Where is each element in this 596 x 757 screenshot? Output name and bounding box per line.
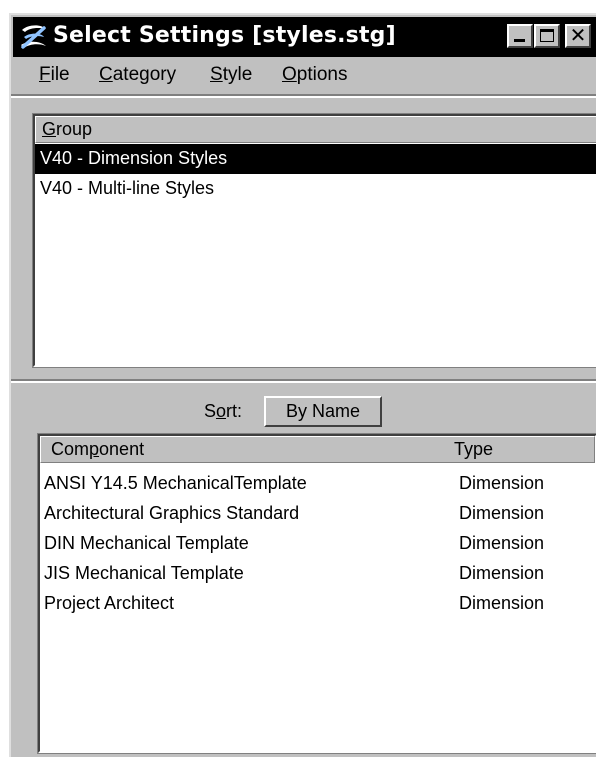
- window-title: Select Settings [styles.stg]: [53, 23, 396, 48]
- microstation-logo-icon: [21, 25, 46, 49]
- component-type: Dimension: [459, 533, 545, 553]
- group-item-dimension-styles[interactable]: V40 - Dimension Styles: [35, 144, 596, 174]
- group-item-multiline-styles[interactable]: V40 - Multi-line Styles: [35, 174, 596, 204]
- sort-by-name-button[interactable]: By Name: [264, 396, 382, 427]
- component-name: Architectural Graphics Standard: [44, 503, 300, 523]
- sort-label: Sort:: [204, 401, 243, 421]
- component-type: Dimension: [459, 473, 545, 493]
- component-list-header[interactable]: Component Type: [40, 436, 595, 463]
- component-list[interactable]: Component Type ANSI Y14.5 MechanicalTemp…: [37, 433, 596, 754]
- table-row[interactable]: Project Architect Dimension: [40, 589, 595, 619]
- menu-bar: File Category Style Options: [13, 61, 596, 91]
- component-name: JIS Mechanical Template: [44, 563, 244, 583]
- list-item-label: V40 - Dimension Styles: [40, 148, 228, 168]
- group-column-header[interactable]: Group: [42, 119, 92, 140]
- minimize-icon: [514, 39, 525, 42]
- table-row[interactable]: Architectural Graphics Standard Dimensio…: [40, 499, 595, 529]
- component-type: Dimension: [459, 503, 545, 523]
- menu-options[interactable]: Options: [282, 64, 347, 86]
- close-icon: ✕: [569, 23, 587, 47]
- type-column-header[interactable]: Type: [454, 439, 493, 460]
- table-row[interactable]: ANSI Y14.5 MechanicalTemplate Dimension: [40, 469, 595, 499]
- component-type: Dimension: [459, 563, 545, 583]
- menu-separator-highlight: [11, 96, 596, 98]
- component-name: ANSI Y14.5 MechanicalTemplate: [44, 473, 307, 493]
- menu-style[interactable]: Style: [210, 64, 252, 86]
- component-name: Project Architect: [44, 593, 175, 613]
- settings-window: Select Settings [styles.stg] ✕ File Cate…: [9, 13, 596, 757]
- component-column-header[interactable]: Component: [51, 439, 144, 460]
- minimize-button[interactable]: [507, 24, 533, 48]
- maximize-icon: [540, 29, 554, 42]
- maximize-button[interactable]: [534, 24, 560, 48]
- list-item-label: V40 - Multi-line Styles: [40, 178, 215, 198]
- group-list-header[interactable]: Group: [35, 116, 596, 143]
- menu-category[interactable]: Category: [99, 64, 176, 86]
- table-row[interactable]: DIN Mechanical Template Dimension: [40, 529, 595, 559]
- group-list[interactable]: Group V40 - Dimension Styles V40 - Multi…: [32, 113, 596, 368]
- component-name: DIN Mechanical Template: [44, 533, 249, 553]
- pane-splitter-highlight: [11, 381, 596, 383]
- title-bar[interactable]: Select Settings [styles.stg] ✕: [13, 17, 596, 57]
- table-row[interactable]: JIS Mechanical Template Dimension: [40, 559, 595, 589]
- menu-file[interactable]: File: [39, 64, 70, 86]
- component-type: Dimension: [459, 593, 545, 613]
- close-button[interactable]: ✕: [565, 23, 591, 48]
